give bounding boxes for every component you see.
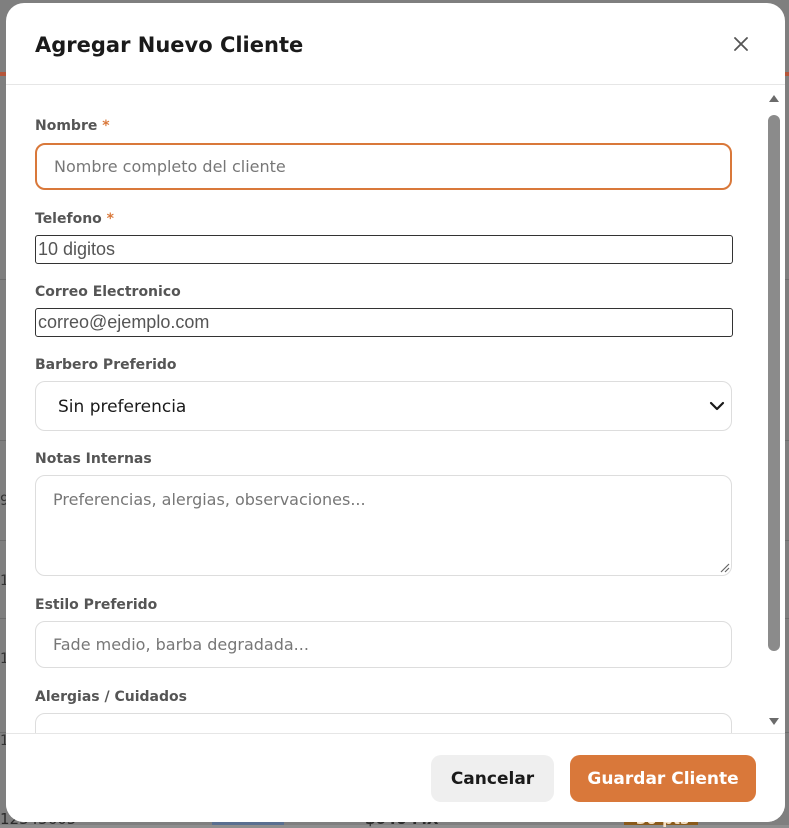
barbero-selected-value: Sin preferencia (58, 397, 187, 417)
telefono-label: Telefono * (35, 211, 114, 227)
required-mark: * (102, 118, 110, 134)
telefono-label-text: Telefono (35, 211, 102, 227)
modal-footer: Cancelar Guardar Cliente (6, 733, 785, 822)
scrollbar-thumb[interactable] (768, 115, 780, 651)
correo-label: Correo Electronico (35, 284, 181, 300)
scroll-up-arrow-icon[interactable] (768, 93, 780, 103)
save-client-button[interactable]: Guardar Cliente (570, 755, 756, 802)
close-icon (734, 37, 748, 51)
resize-grip-icon[interactable] (718, 561, 730, 573)
correo-input[interactable] (35, 308, 733, 337)
required-mark: * (106, 211, 114, 227)
modal-header: Agregar Nuevo Cliente (6, 3, 785, 85)
alergias-label: Alergias / Cuidados (35, 689, 187, 705)
add-client-modal: Agregar Nuevo Cliente Nombre * Telefono … (6, 3, 785, 822)
notas-textarea[interactable] (35, 475, 732, 576)
modal-title: Agregar Nuevo Cliente (35, 33, 304, 57)
nombre-label-text: Nombre (35, 118, 98, 134)
barbero-select[interactable]: Sin preferencia (35, 381, 732, 431)
barbero-label: Barbero Preferido (35, 357, 177, 373)
nombre-label: Nombre * (35, 118, 110, 134)
alergias-input[interactable] (35, 713, 732, 733)
nombre-input[interactable] (35, 143, 732, 190)
cancel-button[interactable]: Cancelar (431, 755, 554, 802)
modal-body[interactable]: Nombre * Telefono * Correo Electronico B… (6, 85, 785, 733)
estilo-input[interactable] (35, 621, 732, 668)
estilo-label: Estilo Preferido (35, 597, 158, 613)
telefono-input[interactable] (35, 235, 733, 264)
notas-label: Notas Internas (35, 451, 152, 467)
scroll-down-arrow-icon[interactable] (768, 717, 780, 727)
close-button[interactable] (728, 31, 754, 57)
chevron-down-icon (709, 401, 725, 411)
